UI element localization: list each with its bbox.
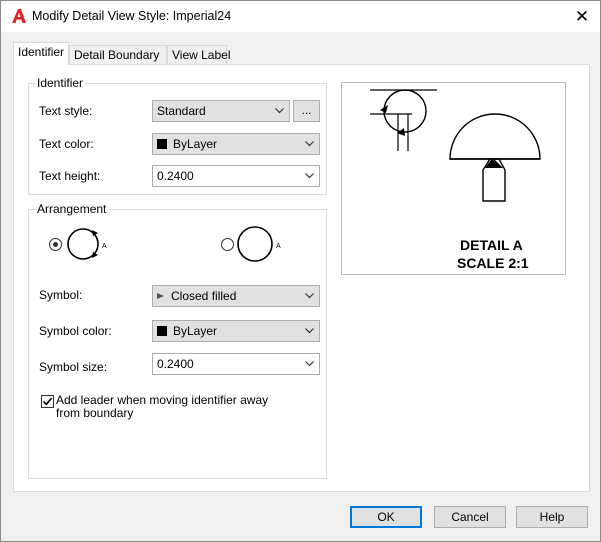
text-style-value: Standard	[157, 104, 206, 118]
text-style-browse-button[interactable]: ...	[293, 100, 320, 122]
text-style-select[interactable]: Standard	[152, 100, 290, 122]
tab-view-label[interactable]: View Label	[167, 45, 231, 65]
symbol-value: Closed filled	[171, 289, 237, 303]
detail-preview-drawing: DETAIL A SCALE 2:1	[370, 89, 541, 271]
symbol-size-combo[interactable]: 0.2400	[152, 353, 320, 375]
dialog-window: Modify Detail View Style: Imperial24 ✕ I…	[0, 0, 601, 542]
text-height-combo[interactable]: 0.2400	[152, 165, 320, 187]
identifier-group-legend: Identifier	[35, 76, 86, 90]
symbol-label: Symbol:	[39, 288, 83, 302]
chevron-down-icon	[304, 134, 314, 154]
checkmark-icon	[42, 397, 53, 406]
preview-detail-label: DETAIL A	[460, 237, 523, 253]
title-bar: Modify Detail View Style: Imperial24 ✕	[1, 1, 600, 32]
arrangement-plain-symbol-icon: A	[237, 226, 281, 262]
symbol-color-select[interactable]: ByLayer	[152, 320, 320, 342]
arrangement-option-1-radio[interactable]	[49, 238, 62, 251]
svg-text:A: A	[102, 243, 107, 250]
symbol-size-value: 0.2400	[157, 357, 194, 371]
arrangement-leader-symbol-icon: A	[67, 228, 107, 260]
text-color-select[interactable]: ByLayer	[152, 133, 320, 155]
detail-preview: DETAIL A SCALE 2:1	[341, 82, 566, 275]
chevron-down-icon	[304, 166, 314, 186]
tab-identifier[interactable]: Identifier	[13, 42, 69, 65]
closed-filled-arrow-icon	[157, 293, 164, 299]
tab-detail-boundary[interactable]: Detail Boundary	[69, 45, 167, 65]
autocad-a-icon	[10, 7, 28, 25]
text-color-value: ByLayer	[173, 137, 218, 151]
add-leader-checkbox[interactable]	[41, 395, 54, 408]
identifier-group: Identifier Text style: Standard ... Text…	[28, 76, 327, 195]
chevron-down-icon	[304, 286, 314, 306]
color-swatch-icon	[157, 326, 167, 336]
symbol-color-label: Symbol color:	[39, 324, 112, 338]
symbol-select[interactable]: Closed filled	[152, 285, 320, 307]
ok-button[interactable]: OK	[350, 506, 422, 528]
help-button[interactable]: Help	[516, 506, 588, 528]
symbol-size-label: Symbol size:	[39, 360, 108, 374]
cancel-button[interactable]: Cancel	[434, 506, 506, 528]
arrangement-option-2-radio[interactable]	[221, 238, 234, 251]
window-title: Modify Detail View Style: Imperial24	[32, 9, 232, 23]
chevron-down-icon	[304, 321, 314, 341]
arrangement-group-legend: Arrangement	[35, 202, 109, 216]
preview-scale-label: SCALE 2:1	[457, 255, 529, 271]
chevron-down-icon	[304, 354, 314, 374]
add-leader-label: Add leader when moving identifier away f…	[56, 393, 269, 420]
text-color-label: Text color:	[39, 137, 94, 151]
close-icon[interactable]: ✕	[564, 1, 600, 32]
text-style-label: Text style:	[39, 104, 93, 118]
chevron-down-icon	[274, 101, 284, 121]
text-height-value: 0.2400	[157, 169, 194, 183]
color-swatch-icon	[157, 139, 167, 149]
symbol-color-value: ByLayer	[173, 324, 218, 338]
arrangement-group: Arrangement A A Symbol: Closed filled Sy…	[28, 202, 327, 479]
svg-text:A: A	[276, 243, 281, 250]
text-height-label: Text height:	[39, 169, 101, 183]
